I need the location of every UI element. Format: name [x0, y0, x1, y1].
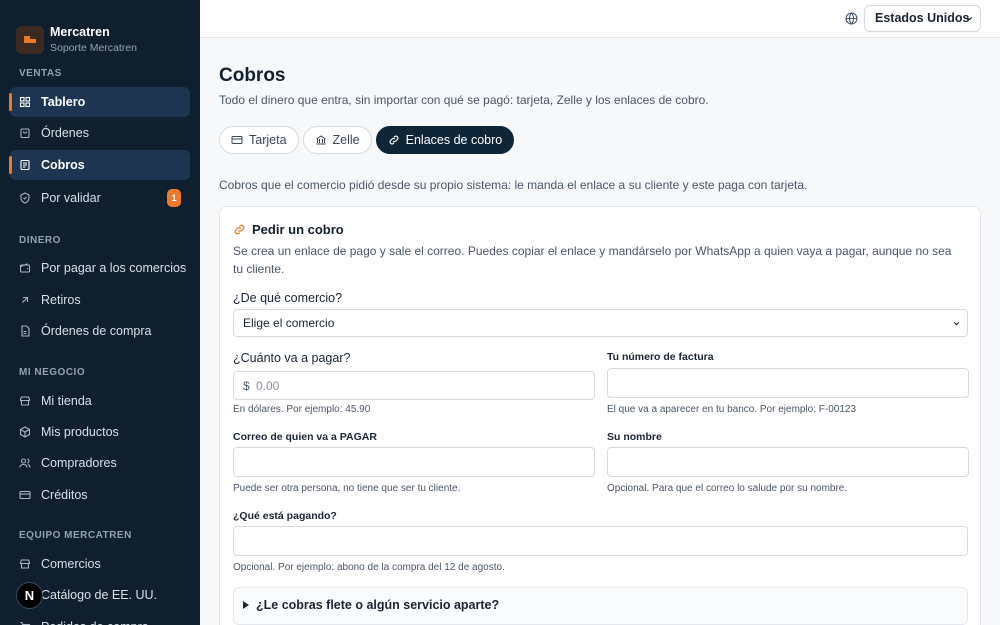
card-description: Se crea un enlace de pago y sale el corr…: [233, 244, 952, 276]
sidebar-item-label: Créditos: [41, 488, 88, 502]
topbar: Estados Unidos: [200, 0, 1000, 38]
main-content: Cobros Todo el dinero que entra, sin imp…: [200, 38, 1000, 625]
merchant-label: ¿De qué comercio?: [233, 291, 343, 305]
floating-n-badge[interactable]: N: [16, 582, 43, 609]
nav-section-title: VENTAS: [19, 68, 62, 79]
country-select-value: Estados Unidos: [875, 11, 970, 25]
nav-section-title: EQUIPO MERCATREN: [19, 530, 132, 541]
store-icon: [19, 558, 31, 570]
page-subtitle: Todo el dinero que entra, sin importar c…: [219, 93, 709, 107]
card-icon: [231, 134, 243, 146]
sidebar-item-mis-productos[interactable]: Mis productos: [10, 417, 190, 447]
concept-label: ¿Qué está pagando?: [233, 510, 337, 522]
globe-icon: [845, 12, 858, 25]
section-intro: Cobros que el comercio pidió desde su pr…: [219, 178, 808, 192]
sidebar-item-ordenes[interactable]: Órdenes: [10, 118, 190, 148]
amount-field[interactable]: $: [233, 371, 595, 400]
sidebar: Mercatren Soporte Mercatren VENTAS Tabler…: [0, 0, 200, 625]
name-hint: Opcional. Para que el correo lo salude p…: [607, 483, 848, 494]
sidebar-item-label: Tablero: [41, 95, 86, 109]
invoice-label: Tu número de factura: [607, 351, 714, 363]
tab-label: Zelle: [332, 133, 360, 147]
amount-hint: En dólares. Por ejemplo: 45.90: [233, 404, 371, 415]
sidebar-item-cobros[interactable]: Cobros: [9, 150, 190, 180]
receipt-icon: [19, 159, 31, 171]
box-icon: [19, 426, 31, 438]
payment-tabs: Tarjeta Zelle Enlaces de cobro: [219, 126, 518, 154]
brand-subtitle: Soporte Mercatren: [50, 41, 137, 54]
email-label: Correo de quien va a PAGAR: [233, 431, 377, 443]
pending-count-badge: 1: [167, 189, 181, 207]
store-icon: [19, 395, 31, 407]
cart-icon: [19, 621, 31, 625]
chevron-down-icon: [952, 319, 961, 328]
brand-logo: [16, 25, 44, 54]
sidebar-item-pedidos-de-compra[interactable]: Pedidos de compra: [10, 612, 190, 625]
sidebar-item-label: Pedidos de compra: [41, 620, 149, 625]
country-select[interactable]: Estados Unidos: [864, 5, 981, 32]
sidebar-item-label: Comercios: [41, 557, 101, 571]
link-icon: [233, 223, 246, 236]
sidebar-item-label: Por pagar a los comercios: [41, 261, 187, 275]
invoice-hint: El que va a aparecer en tu banco. Por ej…: [607, 404, 857, 415]
name-input[interactable]: [607, 447, 969, 477]
sidebar-item-por-pagar-a-los-comercios[interactable]: Por pagar a los comercios: [10, 253, 190, 283]
sidebar-item-label: Mis productos: [41, 425, 119, 439]
sidebar-item-label: Órdenes de compra: [41, 324, 152, 338]
merchant-select[interactable]: Elige el comercio: [233, 309, 968, 337]
sidebar-item-ordenes-de-compra[interactable]: Órdenes de compra: [10, 316, 190, 346]
email-hint: Puede ser otra persona, no tiene que ser…: [233, 483, 461, 494]
tab-label: Enlaces de cobro: [405, 133, 503, 147]
sidebar-item-mi-tienda[interactable]: Mi tienda: [10, 386, 190, 416]
brand[interactable]: Mercatren Soporte Mercatren: [0, 0, 200, 62]
bank-icon: [315, 134, 327, 146]
arrow-up-right-icon: [19, 294, 31, 306]
link-icon: [388, 134, 400, 146]
invoice-input[interactable]: [607, 368, 969, 398]
chevron-down-icon: [965, 14, 974, 23]
users-icon: [19, 457, 31, 469]
sidebar-item-label: Catálogo de EE. UU.: [41, 588, 158, 602]
sidebar-item-label: Por validar: [41, 191, 101, 205]
email-input[interactable]: [233, 447, 595, 477]
page-title: Cobros: [219, 65, 286, 86]
payment-request-card: Pedir un cobro Se crea un enlace de pago…: [219, 206, 981, 625]
sidebar-item-label: Órdenes: [41, 126, 89, 140]
brand-name: Mercatren: [50, 24, 110, 39]
extra-charges-toggle[interactable]: ¿Le cobras flete o algún servicio aparte…: [233, 587, 968, 625]
sidebar-item-retiros[interactable]: Retiros: [10, 285, 190, 315]
shield-check-icon: [19, 192, 31, 204]
wallet-icon: [19, 262, 31, 274]
sidebar-item-label: Cobros: [41, 158, 85, 172]
dashboard-icon: [19, 96, 31, 108]
nav-section-title: MI NEGOCIO: [19, 367, 86, 378]
sidebar-item-compradores[interactable]: Compradores: [10, 448, 190, 478]
amount-label: ¿Cuánto va a pagar?: [233, 351, 351, 365]
tab-enlaces-de-cobro[interactable]: Enlaces de cobro: [375, 126, 515, 154]
merchant-select-value: Elige el comercio: [243, 316, 335, 330]
sidebar-item-comercios[interactable]: Comercios: [10, 549, 190, 579]
nav-section-title: DINERO: [19, 235, 61, 246]
sidebar-item-creditos[interactable]: Créditos: [10, 480, 190, 510]
name-label: Su nombre: [607, 431, 662, 443]
amount-input[interactable]: [256, 374, 586, 397]
document-icon: [19, 325, 31, 337]
tab-zelle[interactable]: Zelle: [302, 126, 372, 154]
card-title-text: Pedir un cobro: [252, 222, 344, 237]
card-title: Pedir un cobro: [233, 222, 344, 237]
sidebar-item-label: Compradores: [41, 456, 117, 470]
concept-hint: Opcional. Por ejemplo: abono de la compr…: [233, 562, 505, 573]
tab-tarjeta[interactable]: Tarjeta: [219, 126, 299, 154]
concept-input[interactable]: [233, 526, 968, 556]
disclosure-triangle-icon: [243, 601, 249, 609]
card-icon: [19, 489, 31, 501]
extra-charges-label: ¿Le cobras flete o algún servicio aparte…: [256, 598, 500, 612]
sidebar-item-label: Mi tienda: [41, 394, 92, 408]
sidebar-item-por-validar[interactable]: Por validar 1: [10, 183, 190, 213]
currency-symbol: $: [243, 379, 250, 393]
sidebar-item-tablero[interactable]: Tablero: [9, 87, 190, 117]
bag-icon: [19, 127, 31, 139]
tab-label: Tarjeta: [249, 133, 287, 147]
sidebar-item-label: Retiros: [41, 293, 81, 307]
